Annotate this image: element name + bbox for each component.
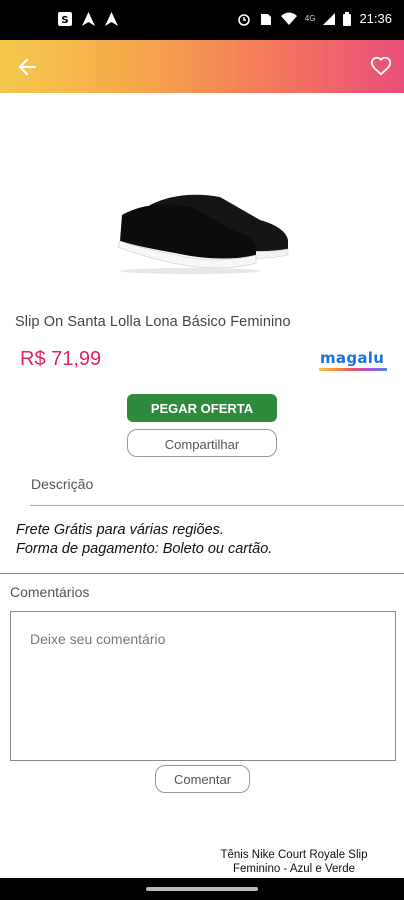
related-title-line-1: Tênis Nike Court Royale Slip xyxy=(220,849,368,861)
submit-comment-button[interactable]: Comentar xyxy=(155,765,250,793)
store-logo: Magalu xyxy=(319,349,389,373)
navigation-arrow-icon xyxy=(82,12,95,26)
comment-placeholder: Deixe seu comentário xyxy=(30,631,166,647)
product-title: Slip On Santa Lolla Lona Básico Feminino xyxy=(15,314,291,330)
description-text: Frete Grátis para várias regiões. Forma … xyxy=(16,521,272,559)
battery-icon xyxy=(343,11,352,26)
description-divider xyxy=(30,505,404,506)
app-notification-icon: S xyxy=(58,12,72,26)
heart-outline-icon[interactable] xyxy=(370,55,392,77)
description-heading: Descrição xyxy=(31,476,94,492)
navigation-arrow-icon-2 xyxy=(105,12,118,26)
app-bar xyxy=(0,40,404,93)
cell-signal-icon xyxy=(323,12,336,25)
store-logo-stripe xyxy=(319,368,387,371)
description-line-2: Forma de pagamento: Boleto ou cartão. xyxy=(16,541,273,557)
svg-text:S: S xyxy=(61,15,68,26)
store-name: Magalu xyxy=(320,349,385,367)
comment-input[interactable]: Deixe seu comentário xyxy=(10,611,396,761)
product-price: R$ 71,99 xyxy=(20,348,102,370)
notification-icons: S xyxy=(58,12,118,26)
comments-heading: Comentários xyxy=(10,584,90,600)
share-button[interactable]: Compartilhar xyxy=(127,429,277,457)
get-offer-button[interactable]: PEGAR OFERTA xyxy=(127,394,277,422)
network-type-label: 4G xyxy=(304,14,316,23)
navigation-bar xyxy=(0,878,404,900)
arrow-back-icon[interactable] xyxy=(14,54,40,80)
related-product-title[interactable]: Tênis Nike Court Royale Slip Feminino - … xyxy=(196,848,392,876)
product-image xyxy=(117,194,289,274)
no-sim-icon xyxy=(260,13,271,25)
alarm-icon xyxy=(237,13,250,26)
section-divider xyxy=(0,573,404,574)
home-gesture-handle[interactable] xyxy=(146,887,258,891)
related-title-line-2: Feminino - Azul e Verde xyxy=(232,863,356,875)
status-bar: S 4G 21:36 xyxy=(0,0,404,40)
system-icons: 4G 21:36 xyxy=(237,11,392,26)
wifi-icon xyxy=(280,12,297,25)
clock: 21:36 xyxy=(359,11,392,26)
description-line-1: Frete Grátis para várias regiões. xyxy=(16,522,224,538)
